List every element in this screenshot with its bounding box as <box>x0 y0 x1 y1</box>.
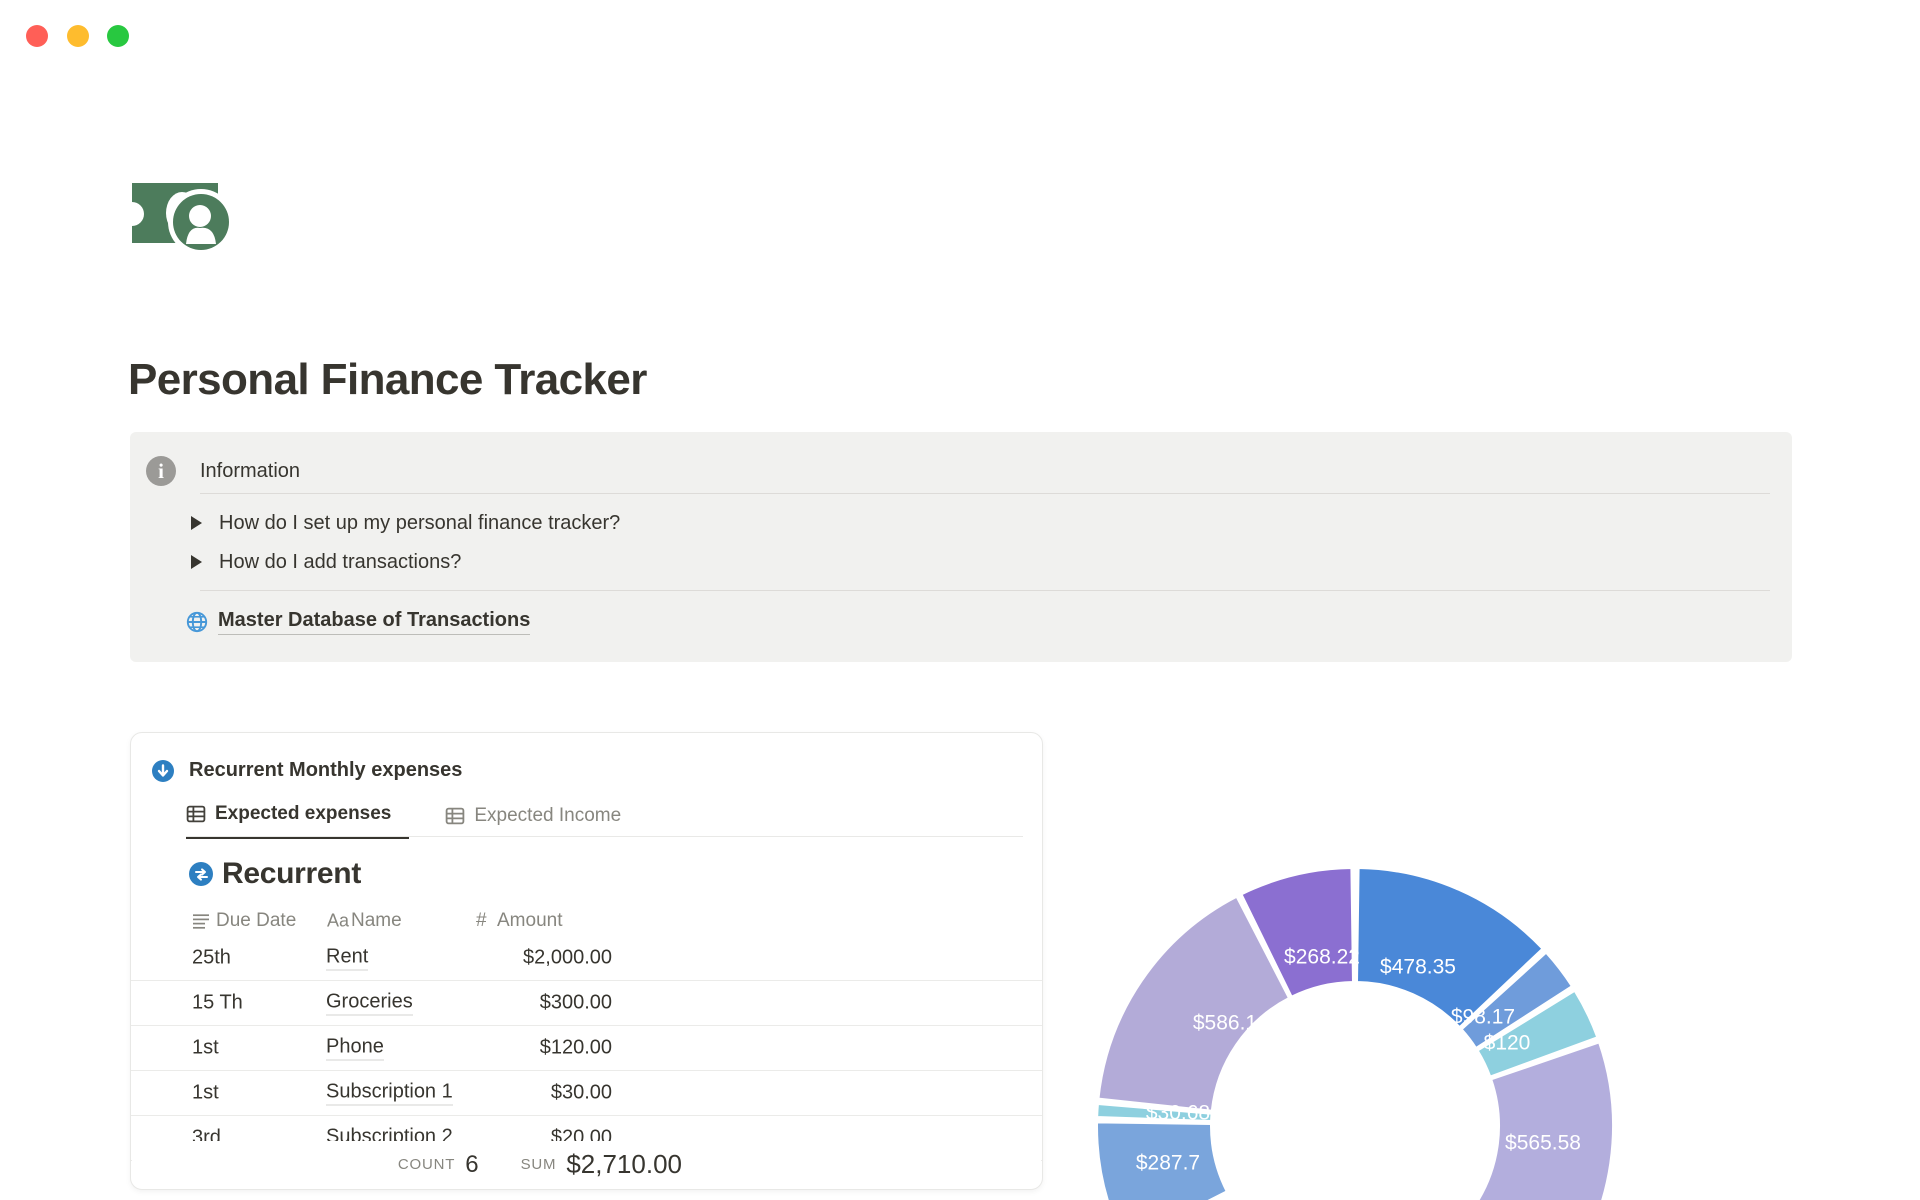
cell-due-date: 25th <box>192 946 231 969</box>
information-callout: i Information How do I set up my persona… <box>130 432 1792 662</box>
toggle-triangle-icon[interactable] <box>191 555 202 569</box>
table-header-row: Due Date Aa Name # Amount <box>131 905 1042 936</box>
cell-name[interactable]: Rent <box>326 946 369 971</box>
column-header-due-date[interactable]: Due Date <box>216 910 296 932</box>
count-label[interactable]: COUNT <box>398 1156 455 1173</box>
sync-arrows-circle-icon <box>189 862 213 886</box>
donut-segment-label: $120 <box>1484 1032 1531 1055</box>
sum-label[interactable]: SUM <box>521 1156 557 1173</box>
donut-segment-label: $287.7 <box>1136 1152 1200 1175</box>
recurrent-section-header: Recurrent <box>189 853 361 895</box>
cell-amount: $120.00 <box>539 1036 612 1059</box>
master-database-link-label[interactable]: Master Database of Transactions <box>218 609 531 635</box>
master-database-link[interactable]: Master Database of Transactions <box>185 608 531 636</box>
notion-window: $478.35 $98.17 $120 $565.58 $287.7 $30.68 $586… <box>0 0 1920 1200</box>
divider <box>200 493 1770 494</box>
arrow-down-circle-icon <box>152 759 174 782</box>
donut-segment-label: $30.68 <box>1146 1102 1210 1125</box>
card-header: Recurrent Monthly expenses <box>152 759 462 782</box>
cell-name[interactable]: Subscription 1 <box>326 1081 453 1106</box>
column-header-name[interactable]: Name <box>351 910 402 932</box>
cell-amount: $30.00 <box>550 1081 612 1104</box>
tab-label: Expected Income <box>474 804 622 826</box>
table-icon <box>186 805 206 823</box>
number-icon: # <box>476 909 487 931</box>
table-footer: COUNT 6 SUM $2,710.00 <box>132 1141 1041 1188</box>
count-value[interactable]: 6 <box>465 1151 478 1179</box>
text-icon: Aa <box>327 910 350 930</box>
tabs-bottom-border <box>186 836 1023 837</box>
toggle-add-transactions-question[interactable]: How do I add transactions? <box>191 548 461 576</box>
toggle-label: How do I set up my personal finance trac… <box>219 511 621 534</box>
info-icon: i <box>146 456 176 486</box>
sum-value[interactable]: $2,710.00 <box>566 1149 682 1180</box>
table-icon <box>446 807 465 824</box>
cell-amount: $2,000.00 <box>523 946 612 969</box>
view-tabs: Expected expenses Expected Income <box>186 797 639 839</box>
table-row[interactable]: 25th Rent $2,000.00 <box>131 936 1042 981</box>
divider <box>200 590 1770 591</box>
column-header-amount[interactable]: Amount <box>497 910 562 932</box>
cell-due-date: 1st <box>192 1036 219 1059</box>
tab-expected-expenses[interactable]: Expected expenses <box>186 797 410 839</box>
cell-name[interactable]: Groceries <box>326 991 413 1016</box>
cell-due-date: 1st <box>192 1081 219 1104</box>
page-title: Personal Finance Tracker <box>128 355 647 405</box>
cell-amount: $300.00 <box>539 991 612 1014</box>
table-row[interactable]: 1st Phone $120.00 <box>131 1026 1042 1071</box>
recurrent-expenses-card: Recurrent Monthly expenses Expected expe… <box>130 732 1043 1190</box>
cell-due-date: 15 Th <box>192 991 243 1014</box>
section-title: Recurrent <box>222 857 362 890</box>
card-title: Recurrent Monthly expenses <box>189 759 463 781</box>
donut-segment-label: $98.17 <box>1451 1006 1515 1029</box>
callout-title: Information <box>200 460 301 482</box>
globe-icon <box>186 611 208 633</box>
donut-segment-label: $565.58 <box>1505 1132 1581 1155</box>
toggle-label: How do I add transactions? <box>219 550 462 573</box>
toggle-triangle-icon[interactable] <box>191 516 202 530</box>
dollar-banknote-icon[interactable] <box>130 178 230 250</box>
select-icon <box>193 913 209 929</box>
table-row[interactable]: 15 Th Groceries $300.00 <box>131 981 1042 1026</box>
cell-name[interactable]: Phone <box>326 1036 384 1061</box>
toggle-setup-question[interactable]: How do I set up my personal finance trac… <box>191 509 620 537</box>
donut-segment-label: $268.22 <box>1284 946 1360 969</box>
tab-expected-income[interactable]: Expected Income <box>445 797 639 839</box>
table-row[interactable]: 1st Subscription 1 $30.00 <box>131 1071 1042 1116</box>
tab-label: Expected expenses <box>215 803 392 824</box>
table-body: 25th Rent $2,000.00 15 Th Groceries $300.00 1s… <box>131 936 1042 1161</box>
donut-segment-label: $586.1 <box>1193 1012 1257 1035</box>
donut-segment-label: $478.35 <box>1380 956 1456 979</box>
